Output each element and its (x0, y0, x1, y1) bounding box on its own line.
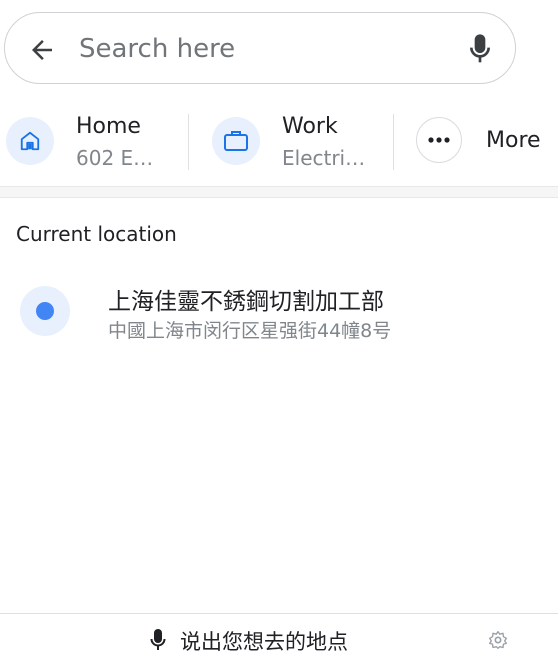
location-address: 中國上海市闵行区星强街44幢8号 (108, 320, 392, 342)
home-icon (20, 131, 40, 151)
location-name: 上海佳靈不銹鋼切割加工部 (108, 289, 384, 315)
chip-more[interactable]: More (416, 100, 558, 180)
chip-home-title: Home (76, 114, 141, 139)
section-separator (0, 186, 558, 198)
mic-icon (150, 629, 166, 650)
more-horizontal-icon (416, 117, 462, 163)
chip-divider (393, 114, 394, 170)
shortcut-chips: Home 602 E… Work Electri… More (0, 100, 558, 180)
chip-home-subtitle: 602 E… (76, 146, 154, 170)
back-arrow-icon[interactable] (27, 35, 57, 65)
gear-icon[interactable] (488, 630, 508, 650)
chip-more-title: More (486, 128, 541, 153)
location-dot-icon (20, 286, 70, 336)
chip-work-title: Work (282, 114, 338, 139)
mic-icon[interactable] (469, 33, 491, 65)
section-title: Current location (16, 222, 177, 246)
search-bar[interactable] (4, 12, 516, 84)
current-location-row[interactable]: 上海佳靈不銹鋼切割加工部 中國上海市闵行区星强街44幢8号 (0, 270, 558, 350)
briefcase-icon (224, 131, 248, 151)
briefcase-icon-circle (212, 117, 260, 165)
chip-home[interactable]: Home 602 E… (6, 100, 186, 180)
chip-work[interactable]: Work Electri… (212, 100, 388, 180)
search-input[interactable] (77, 29, 381, 69)
voice-search-label: 说出您想去的地点 (180, 630, 348, 654)
home-icon-circle (6, 117, 54, 165)
chip-work-subtitle: Electri… (282, 146, 366, 170)
chip-divider (188, 114, 189, 170)
voice-search-bar[interactable]: 说出您想去的地点 (0, 613, 558, 663)
